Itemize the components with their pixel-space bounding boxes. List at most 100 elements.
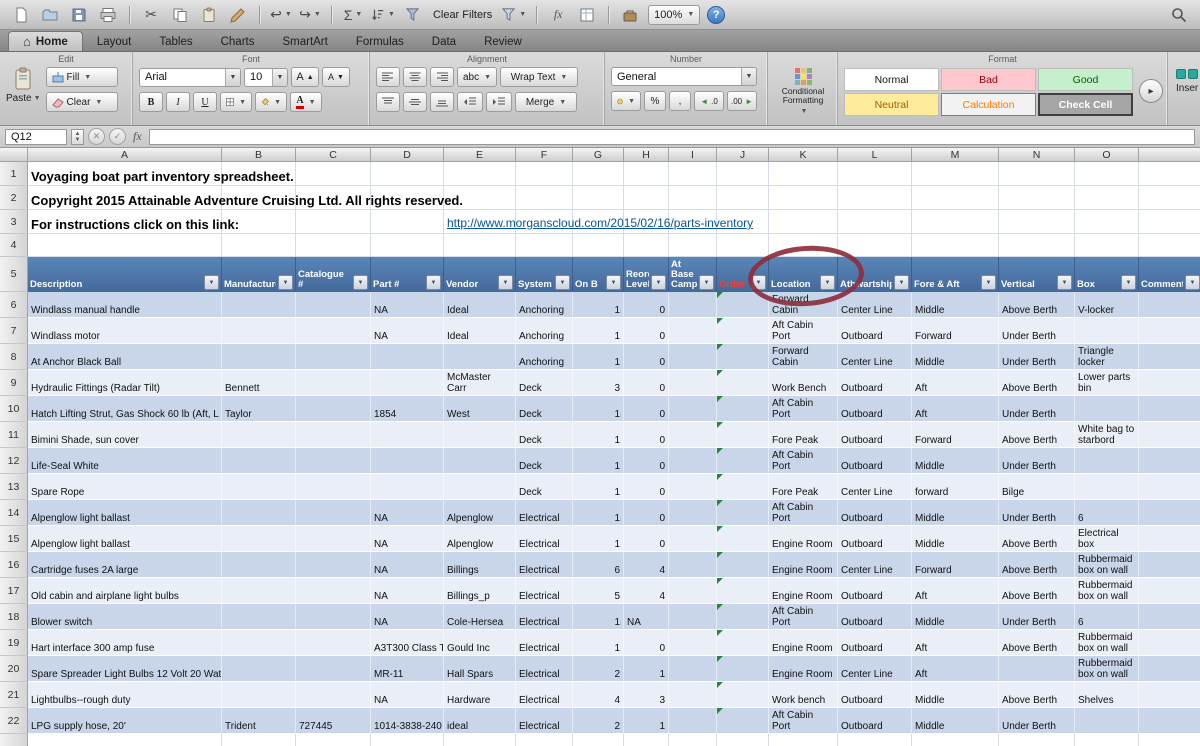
cell[interactable] [717, 656, 769, 682]
cell[interactable] [717, 604, 769, 630]
cell[interactable] [1139, 186, 1200, 210]
cell[interactable] [222, 552, 296, 578]
cell[interactable] [717, 186, 769, 210]
cell[interactable]: At Anchor Black Ball [28, 344, 222, 370]
cell[interactable]: Forward [912, 552, 999, 578]
insert-function-button[interactable]: fx [130, 129, 145, 144]
cell[interactable]: NA [371, 500, 444, 526]
cell[interactable]: Center Line [838, 552, 912, 578]
cell[interactable]: Above Berth [999, 578, 1075, 604]
cell[interactable] [296, 682, 371, 708]
cell[interactable]: Electrical [516, 552, 573, 578]
cell[interactable] [838, 734, 912, 746]
cell[interactable]: Shelves [1075, 682, 1139, 708]
cell[interactable] [769, 162, 838, 186]
cell[interactable]: Electrical [516, 682, 573, 708]
align-left-button[interactable] [376, 67, 400, 87]
row-header-4[interactable]: 4 [0, 234, 28, 257]
cell[interactable]: NA [624, 604, 669, 630]
style-good[interactable]: Good [1038, 68, 1133, 91]
cell[interactable] [296, 210, 371, 234]
cell[interactable] [1139, 162, 1200, 186]
cell[interactable]: Above Berth [999, 682, 1075, 708]
cell[interactable]: Taylor [222, 396, 296, 422]
cell[interactable] [222, 422, 296, 448]
cell[interactable]: Triangle locker [1075, 344, 1139, 370]
cell[interactable] [669, 344, 717, 370]
filter-dropdown-icon[interactable]: ▼ [894, 275, 909, 290]
filter-dropdown-icon[interactable]: ▼ [353, 275, 368, 290]
cell[interactable] [669, 448, 717, 474]
cell[interactable] [296, 448, 371, 474]
bold-button[interactable]: B [139, 92, 163, 112]
cell[interactable]: Forward [912, 422, 999, 448]
cell[interactable] [444, 474, 516, 500]
cell[interactable] [1139, 526, 1200, 552]
italic-button[interactable]: I [166, 92, 190, 112]
redo-button[interactable]: ↪ ▼ [299, 4, 321, 26]
format-painter-button[interactable] [227, 4, 249, 26]
column-header-e[interactable]: E [444, 148, 516, 162]
cell[interactable]: Electrical [516, 604, 573, 630]
cell[interactable]: Above Berth [999, 630, 1075, 656]
cell[interactable]: Copyright 2015 Attainable Adventure Crui… [28, 186, 463, 210]
name-box-stepper[interactable]: ▲ ▼ [71, 128, 84, 145]
cell[interactable] [296, 162, 371, 186]
cell[interactable] [717, 318, 769, 344]
cell[interactable]: Middle [912, 604, 999, 630]
cell[interactable]: For instructions click on this link: [28, 210, 239, 234]
cell[interactable]: Outboard [838, 448, 912, 474]
row-header-15[interactable]: 15 [0, 526, 28, 552]
cell[interactable]: Center Line [838, 474, 912, 500]
cell[interactable]: Alpenglow [444, 526, 516, 552]
align-center-button[interactable] [403, 67, 427, 87]
cell[interactable] [516, 734, 573, 746]
cell[interactable]: Old cabin and airplane light bulbs [28, 578, 222, 604]
cell[interactable]: forward [912, 474, 999, 500]
cell[interactable] [444, 162, 516, 186]
cell[interactable] [1139, 500, 1200, 526]
cell[interactable] [296, 344, 371, 370]
cell[interactable] [669, 526, 717, 552]
table-header-system[interactable]: System ▼ [516, 257, 573, 292]
cell[interactable]: NA [371, 526, 444, 552]
cell[interactable] [999, 186, 1075, 210]
filter-dropdown-icon[interactable]: ▼ [1185, 275, 1200, 290]
cell[interactable] [296, 604, 371, 630]
cell[interactable]: Electrical box [1075, 526, 1139, 552]
cell[interactable] [669, 186, 717, 210]
cell[interactable]: Center Line [838, 344, 912, 370]
cell[interactable] [1075, 162, 1139, 186]
cell[interactable]: Alpenglow [444, 500, 516, 526]
cell[interactable] [669, 162, 717, 186]
filter-dropdown-icon[interactable]: ▼ [606, 275, 621, 290]
cell[interactable]: 1 [573, 500, 624, 526]
cell[interactable]: Outboard [838, 422, 912, 448]
cell[interactable] [28, 734, 222, 746]
table-header-box[interactable]: Box ▼ [1075, 257, 1139, 292]
cell[interactable] [1139, 396, 1200, 422]
cell[interactable]: Deck [516, 370, 573, 396]
cell[interactable] [669, 708, 717, 734]
cell[interactable]: Deck [516, 448, 573, 474]
underline-button[interactable]: U [193, 92, 217, 112]
cell[interactable] [1075, 474, 1139, 500]
style-check-cell[interactable]: Check Cell [1038, 93, 1133, 116]
cell[interactable] [999, 210, 1075, 234]
cell[interactable]: Aft Cabin Port [769, 318, 838, 344]
cell[interactable]: Hydraulic Fittings (Radar Tilt) [28, 370, 222, 396]
cell[interactable]: Aft [912, 396, 999, 422]
cell[interactable] [296, 422, 371, 448]
cell[interactable]: 3 [624, 682, 669, 708]
cell[interactable]: Blower switch [28, 604, 222, 630]
cell[interactable] [769, 186, 838, 210]
cell[interactable]: Trident [222, 708, 296, 734]
style-neutral[interactable]: Neutral [844, 93, 939, 116]
cell[interactable]: 6 [1075, 604, 1139, 630]
column-header-f[interactable]: F [516, 148, 573, 162]
cell[interactable]: 0 [624, 474, 669, 500]
clear-filters-dropdown[interactable]: ▼ [501, 4, 526, 26]
cell[interactable]: http://www.morganscloud.com/2015/02/16/p… [444, 210, 753, 234]
cell[interactable] [1139, 734, 1200, 746]
clear-button[interactable]: Clear ▼ [45, 92, 118, 112]
